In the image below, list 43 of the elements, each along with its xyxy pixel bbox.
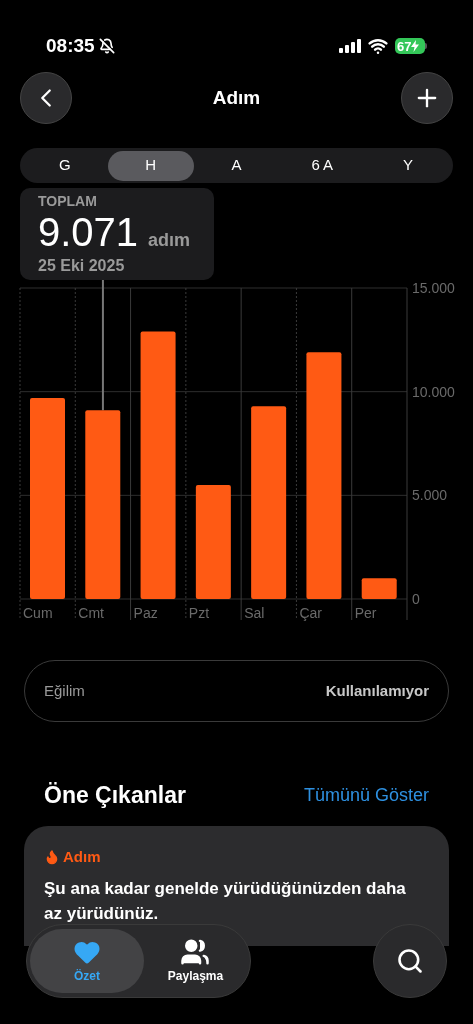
card-category: Adım [63,846,101,867]
y-axis-label: 0 [412,591,420,607]
summary-value: 9.071 [38,210,139,254]
signal-icon [339,39,361,53]
summary-date: 25 Eki 2025 [38,256,126,276]
x-axis-label: Cum [23,605,53,621]
section-heading: Öne Çıkanlar [44,781,186,810]
summary-unit: adım [148,229,191,252]
trend-value: Kullanılamıyor [325,680,429,701]
x-axis-label: Pzt [188,605,210,621]
card-text: Şu ana kadar genelde yürüdüğünüzden daha az yürüdünüz. [44,878,407,925]
y-axis-label: 15.000 [412,280,455,296]
status-time: 08:35 [46,33,95,58]
range-tab[interactable]: G [22,150,108,181]
chart-bar[interactable] [361,578,397,599]
x-axis-label: Cmt [78,605,104,621]
add-button[interactable] [401,72,453,124]
y-axis-label: 5.000 [412,487,448,504]
range-tab[interactable]: 6 A [279,150,366,181]
y-axis-label: 10.000 [412,383,455,400]
x-axis-label: Paz [133,605,158,621]
range-tab[interactable]: A [193,150,280,181]
chart-bar[interactable] [140,331,176,599]
show-all-link[interactable]: Tümünü Göster [303,781,429,809]
summary-label: TOPLAM [38,192,98,211]
highlight-card[interactable]: Adım Şu ana kadar genelde yürüdüğünüzden daha az yürüdünüz. [24,825,449,946]
back-button[interactable] [20,72,72,124]
page-title: Adım [212,85,261,110]
chart-bar[interactable] [85,410,121,599]
search-icon [396,947,424,975]
chart-bar[interactable] [195,484,231,599]
people-icon [179,937,212,967]
range-tab[interactable]: H [107,150,194,181]
x-axis-label: Per [354,605,377,621]
battery-icon: 67 [395,38,427,54]
range-tab[interactable]: Y [365,150,451,181]
tab-bar-item[interactable]: Özet [30,929,144,993]
wifi-icon [368,36,388,56]
trend-label: Eğilim [44,680,85,701]
chart-bar[interactable] [306,352,342,599]
chart-bar[interactable] [251,406,287,599]
x-axis-label: Çar [299,605,322,621]
x-axis-label: Sal [244,605,265,621]
